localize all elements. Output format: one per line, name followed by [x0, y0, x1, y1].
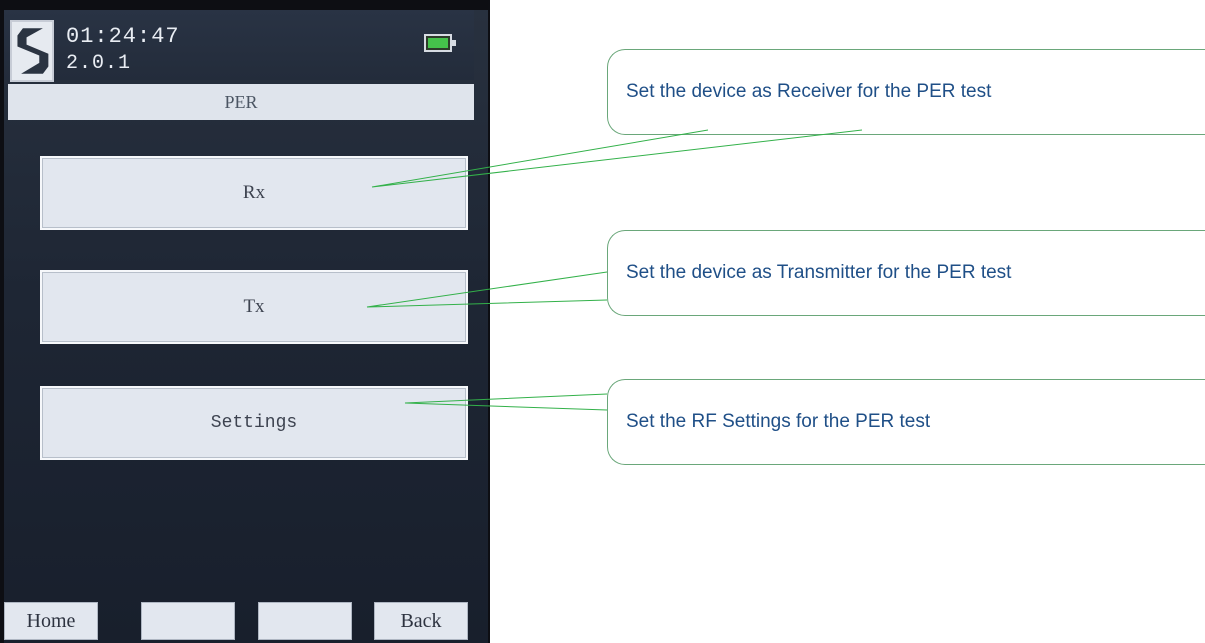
soft-key-2[interactable] — [141, 602, 235, 640]
version-display: 2.0.1 — [66, 52, 132, 75]
tx-button[interactable]: Tx — [40, 270, 468, 344]
s-logo-icon — [10, 20, 54, 82]
settings-callout: Set the RF Settings for the PER test — [607, 379, 1205, 465]
status-bar: 01:24:47 2.0.1 — [4, 10, 474, 82]
back-soft-key[interactable]: Back — [374, 602, 468, 640]
tx-callout: Set the device as Transmitter for the PE… — [607, 230, 1205, 316]
home-soft-key[interactable]: Home — [4, 602, 98, 640]
soft-key-bar: Home Back — [4, 602, 488, 643]
rx-callout: Set the device as Receiver for the PER t… — [607, 49, 1205, 135]
battery-level — [428, 38, 448, 48]
device-bezel: 01:24:47 2.0.1 PER Rx Tx Settings Home B… — [0, 0, 490, 643]
soft-key-3[interactable] — [258, 602, 352, 640]
battery-icon — [424, 34, 456, 52]
device-screen: 01:24:47 2.0.1 PER Rx Tx Settings Home B… — [4, 10, 488, 643]
clock-display: 01:24:47 — [66, 24, 180, 49]
screen-title: PER — [8, 84, 474, 120]
rx-button[interactable]: Rx — [40, 156, 468, 230]
settings-button[interactable]: Settings — [40, 386, 468, 460]
battery-tip — [452, 40, 456, 46]
